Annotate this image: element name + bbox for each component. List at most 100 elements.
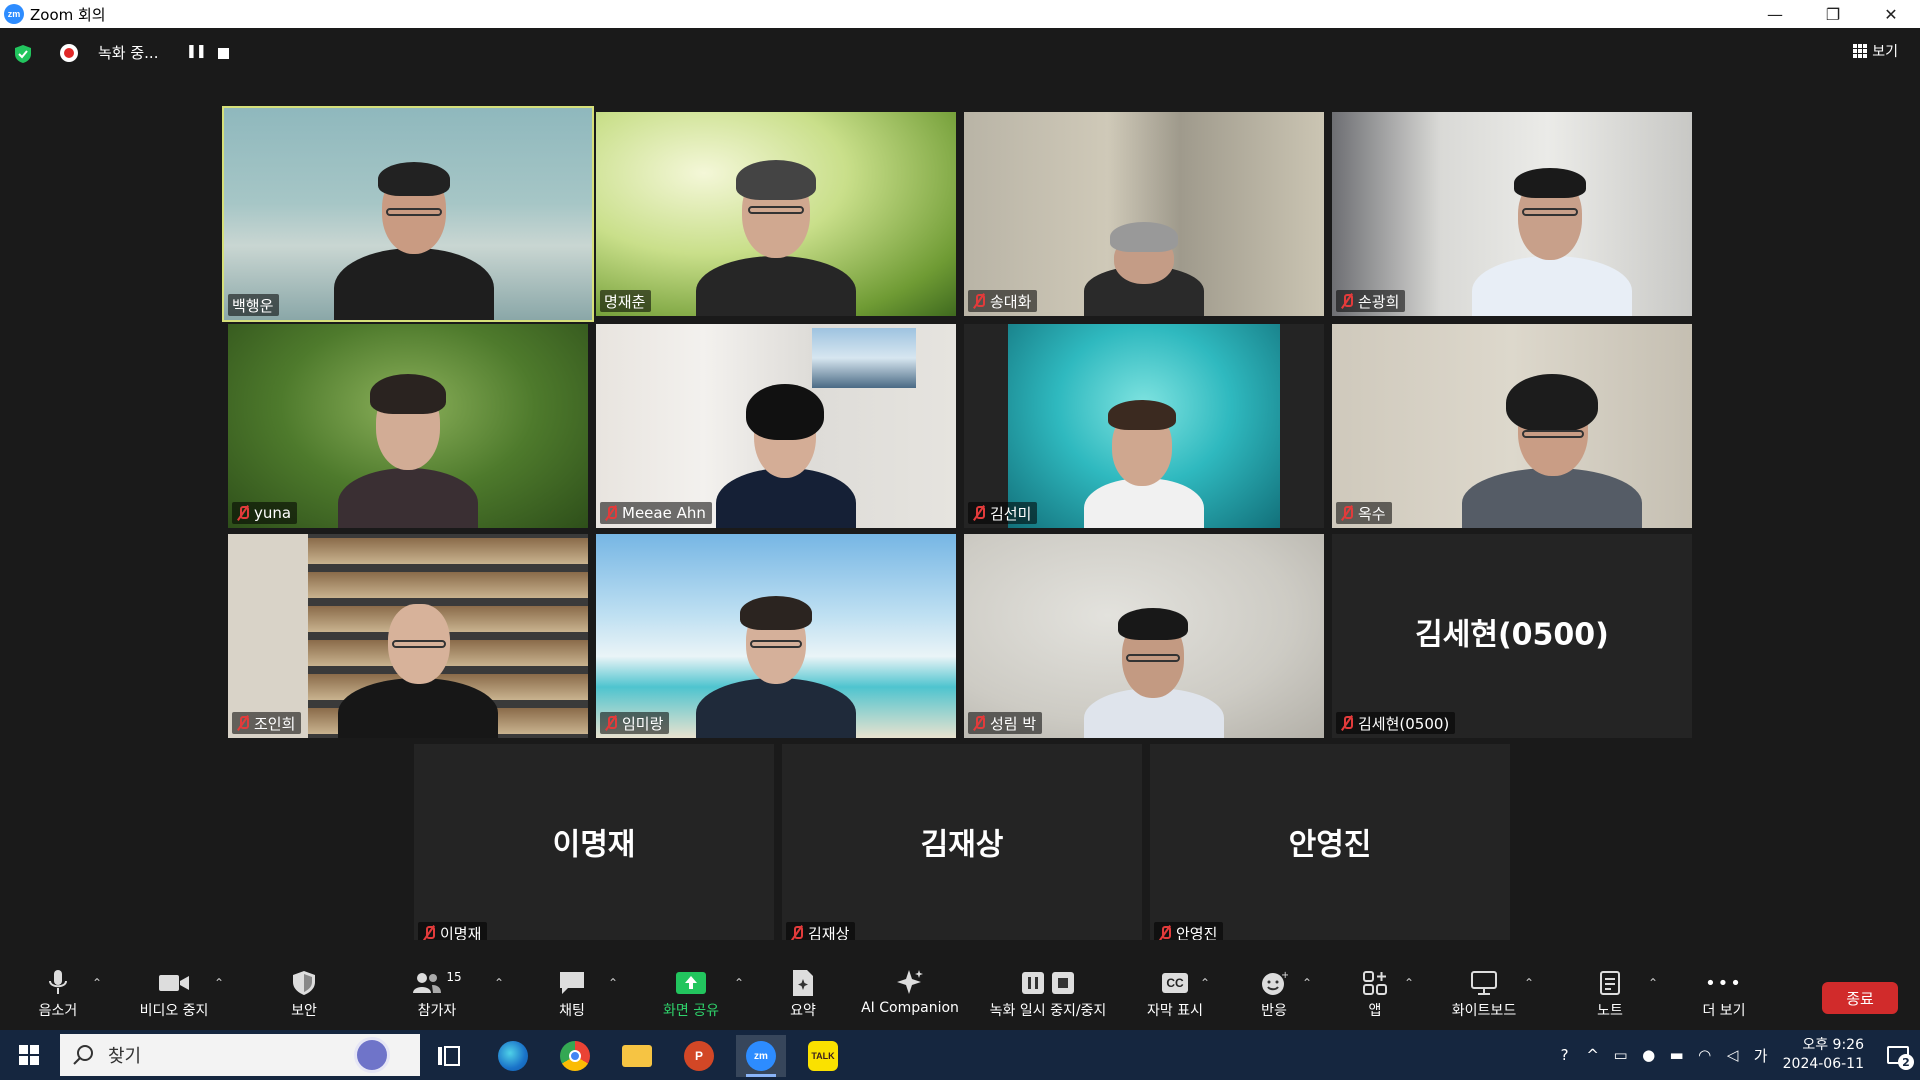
encryption-shield-icon[interactable] [14,44,32,64]
end-meeting-button[interactable]: 종료 [1822,982,1898,1014]
chat-label: 채팅 [559,1003,585,1019]
participant-tile[interactable]: 안영진 안영진 [1150,744,1510,948]
device-icon[interactable]: ▭ [1607,1046,1635,1064]
participant-tile[interactable]: 성림 박 [964,534,1324,738]
participant-display-name: 김세현(0500) [1415,617,1609,653]
whiteboard-options-caret-icon[interactable]: ⌃ [1524,976,1534,990]
participant-name: 김세현(0500) [1358,714,1450,733]
ime-indicator[interactable]: 가 [1747,1045,1775,1066]
participant-name-tag: 김세현(0500) [1336,712,1456,734]
participant-tile[interactable]: 김세현(0500) 김세현(0500) [1332,534,1692,738]
taskbar-file-explorer[interactable] [612,1035,662,1077]
muted-mic-icon [972,293,986,309]
restore-button[interactable]: ❐ [1804,0,1862,28]
clock-date: 2024-06-11 [1782,1056,1864,1072]
notification-count: 2 [1898,1054,1914,1070]
participant-name-tag: Meeae Ahn [600,502,712,524]
video-options-caret-icon[interactable]: ⌃ [214,976,224,990]
powerpoint-icon: P [684,1041,714,1071]
mute-label: 음소거 [38,1003,78,1019]
participant-tile[interactable]: 옥수 [1332,324,1692,528]
ai-companion-label: AI Companion [861,1000,959,1016]
security-shield-icon [293,971,315,995]
participant-name-tag: 임미랑 [600,712,670,734]
view-button[interactable]: 보기 [1845,38,1906,64]
captions-options-caret-icon[interactable]: ⌃ [1200,976,1210,990]
participant-tile[interactable]: 송대화 [964,112,1324,316]
reactions-options-caret-icon[interactable]: ⌃ [1302,976,1312,990]
taskbar-powerpoint[interactable]: P [674,1035,724,1077]
apps-options-caret-icon[interactable]: ⌃ [1404,976,1414,990]
participant-tile[interactable]: 김선미 [964,324,1324,528]
participants-button[interactable]: 15 참가자 [410,968,464,1028]
taskbar-clock[interactable]: 오후 9:26 2024-06-11 [1783,1036,1864,1074]
chat-button[interactable]: 채팅 [554,968,590,1028]
audio-options-caret-icon[interactable]: ⌃ [92,976,102,990]
wifi-icon[interactable]: ◠ [1691,1046,1719,1064]
notification-center-button[interactable]: 2 [1876,1030,1920,1080]
battery-icon[interactable]: ▬ [1663,1046,1691,1064]
volume-icon[interactable]: ◁ [1719,1046,1747,1064]
participant-name: 백행운 [232,296,274,315]
whiteboard-label: 화이트보드 [1451,1003,1517,1019]
clock-time: 오후 9:26 [1802,1037,1864,1053]
muted-mic-icon [1340,505,1354,521]
participant-tile[interactable]: 명재춘 [596,112,956,316]
participant-tile[interactable]: 김재상 김재상 [782,744,1142,948]
notes-options-caret-icon[interactable]: ⌃ [1648,976,1658,990]
participant-tile[interactable]: 조인희 [228,534,588,738]
participants-options-caret-icon[interactable]: ⌃ [494,976,504,990]
participant-tile[interactable]: 백행운 [222,106,594,322]
participant-name: Meeae Ahn [622,504,706,522]
participant-tile[interactable]: 손광희 [1332,112,1692,316]
share-screen-button[interactable]: 화면 공유 [656,968,726,1028]
task-view-button[interactable] [424,1035,474,1077]
ai-companion-button[interactable]: AI Companion [860,968,960,1028]
muted-mic-icon [790,925,804,941]
share-options-caret-icon[interactable]: ⌃ [734,976,744,990]
stop-video-button[interactable]: 비디오 중지 [132,968,216,1028]
security-label: 보안 [291,1003,317,1019]
security-button[interactable]: 보안 [284,968,324,1028]
participant-display-name: 이명재 [552,827,636,863]
show-hidden-icons-icon[interactable]: ^ [1579,1046,1607,1064]
close-button[interactable]: ✕ [1862,0,1920,28]
taskbar-search-box[interactable]: 찾기 [60,1034,420,1076]
muted-mic-icon [1158,925,1172,941]
participant-tile[interactable]: yuna [228,324,588,528]
participant-name-tag: 손광희 [1336,290,1406,312]
chat-bubble-icon [560,972,584,994]
participant-tile[interactable]: Meeae Ahn [596,324,956,528]
participants-icon [413,973,442,993]
share-screen-label: 화면 공유 [663,1003,719,1019]
start-button[interactable] [0,1030,58,1080]
help-icon[interactable]: ? [1551,1046,1579,1064]
summary-button[interactable]: 요약 [786,968,820,1028]
participant-tile[interactable]: 임미랑 [596,534,956,738]
meeting-area: 녹화 중... ❚❚ 보기 백행운 명재춘 송대화 손광희 yuna Meeae… [0,28,1920,1030]
search-icon [73,1045,93,1065]
taskbar-zoom[interactable]: zm [736,1035,786,1077]
share-screen-icon [676,972,706,994]
taskbar-edge[interactable] [488,1035,538,1077]
stop-recording-icon[interactable] [218,48,229,59]
apps-button[interactable]: 앱 [1360,968,1390,1028]
whiteboard-button[interactable]: 화이트보드 [1446,968,1522,1028]
chat-options-caret-icon[interactable]: ⌃ [608,976,618,990]
more-button[interactable]: ••• 더 보기 [1692,968,1756,1028]
notes-button[interactable]: 노트 [1592,968,1628,1028]
microphone-tray-icon[interactable]: ● [1635,1046,1663,1064]
reactions-button[interactable]: + 반응 [1256,968,1292,1028]
view-button-label: 보기 [1872,44,1898,60]
pause-stop-recording-button[interactable]: 녹화 일시 중지/중지 [978,968,1118,1028]
pause-recording-icon[interactable]: ❚❚ [186,44,207,59]
taskbar-chrome[interactable] [550,1035,600,1077]
minimize-button[interactable]: — [1746,0,1804,28]
muted-mic-icon [236,505,250,521]
task-view-icon [438,1046,460,1066]
mute-button[interactable]: 음소거 [30,968,86,1028]
participant-tile[interactable]: 이명재 이명재 [414,744,774,948]
stop-video-label: 비디오 중지 [139,1003,209,1019]
participant-name-tag: 김선미 [968,502,1038,524]
taskbar-kakaotalk[interactable]: TALK [798,1035,848,1077]
